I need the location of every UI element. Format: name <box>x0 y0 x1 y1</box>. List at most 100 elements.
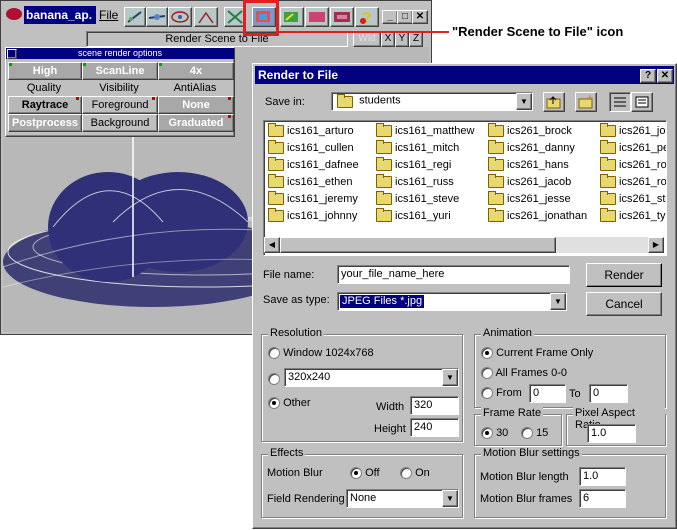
dialog-close-button[interactable]: ✕ <box>657 69 673 83</box>
folder-icon <box>600 123 616 138</box>
list-item[interactable]: ics261_sta <box>600 191 666 207</box>
option-none[interactable]: None <box>158 96 234 114</box>
list-item[interactable]: ics261_ros <box>600 174 666 190</box>
help-button[interactable]: ? <box>640 69 656 83</box>
view-button-x[interactable]: X <box>381 31 395 47</box>
radio-current-frame[interactable]: Current Frame Only <box>481 347 593 360</box>
list-item[interactable]: ics161_steve <box>376 191 459 207</box>
app-logo-icon <box>6 8 22 20</box>
list-item[interactable]: ics261_jos <box>600 123 666 139</box>
horizontal-scrollbar[interactable]: ◀ ▶ <box>264 237 664 253</box>
option-raytrace[interactable]: Raytrace <box>8 96 82 114</box>
list-item[interactable]: ics261_jonathan <box>488 208 587 224</box>
cancel-button[interactable]: Cancel <box>586 292 662 316</box>
orbit-tool-icon[interactable] <box>168 7 192 27</box>
list-item[interactable]: ics261_brock <box>488 123 572 139</box>
render-window-icon[interactable] <box>330 7 354 27</box>
chevron-down-icon[interactable]: ▼ <box>550 293 566 310</box>
from-input[interactable]: 0 <box>529 384 566 403</box>
axis-tool-icon[interactable] <box>194 7 218 27</box>
list-item[interactable]: ics161_russ <box>376 174 454 190</box>
render-preview-icon[interactable] <box>280 7 304 27</box>
menu-file[interactable]: File <box>99 8 118 22</box>
chevron-down-icon[interactable]: ▼ <box>442 369 458 386</box>
list-item[interactable]: ics161_dafnee <box>268 157 359 173</box>
resolution-preset-select[interactable]: 320x240 ▼ <box>284 368 459 387</box>
move-tool-icon[interactable] <box>146 7 168 27</box>
view-button-y[interactable]: Y <box>395 31 409 47</box>
list-item[interactable]: ics261_rob <box>600 157 666 173</box>
to-input[interactable]: 0 <box>589 384 628 403</box>
folder-icon <box>337 94 353 108</box>
list-item[interactable]: ics161_arturo <box>268 123 354 139</box>
folder-icon <box>488 140 504 155</box>
effects-group: Effects Motion Blur Off On Field Renderi… <box>261 447 463 518</box>
details-view-button[interactable] <box>631 92 653 112</box>
radio-15[interactable]: 15 <box>521 427 548 440</box>
radio-preset[interactable] <box>268 373 280 386</box>
save-in-select[interactable]: students ▼ <box>331 92 533 111</box>
scroll-left-button[interactable]: ◀ <box>264 237 280 253</box>
list-item[interactable]: ics161_johnny <box>268 208 357 224</box>
motion-blur-length-label: Motion Blur length <box>480 471 569 483</box>
radio-30[interactable]: 30 <box>481 427 508 440</box>
list-view-button[interactable] <box>609 92 631 112</box>
option-4x[interactable]: 4x <box>158 62 234 80</box>
option-foreground[interactable]: Foreground <box>82 96 158 114</box>
render-options-close-button[interactable]: – <box>7 49 17 59</box>
chevron-down-icon[interactable]: ▼ <box>442 490 458 507</box>
option-high[interactable]: High <box>8 62 82 80</box>
scroll-thumb[interactable] <box>280 237 556 253</box>
radio-window[interactable]: Window 1024x768 <box>268 347 374 360</box>
render-button[interactable]: Render <box>586 263 662 287</box>
field-rendering-select[interactable]: None ▼ <box>346 489 459 508</box>
list-item[interactable]: ics161_jeremy <box>268 191 358 207</box>
folder-icon <box>488 174 504 189</box>
list-item[interactable]: ics261_hans <box>488 157 569 173</box>
save-type-select[interactable]: JPEG Files *.jpg ▼ <box>337 292 567 311</box>
close-button[interactable]: ✕ <box>412 10 428 24</box>
maximize-button[interactable]: □ <box>397 10 413 24</box>
radio-other[interactable]: Other <box>268 397 311 410</box>
help-icon[interactable]: ? <box>355 7 379 27</box>
list-item[interactable]: ics161_regi <box>376 157 451 173</box>
list-item[interactable]: ics161_yuri <box>376 208 451 224</box>
radio-all-frames[interactable]: All Frames 0-0 <box>481 367 567 380</box>
up-folder-button[interactable] <box>543 92 565 112</box>
option-graduated[interactable]: Graduated <box>158 114 234 132</box>
list-item[interactable]: ics161_cullen <box>268 140 354 156</box>
list-item[interactable]: ics161_ethen <box>268 174 352 190</box>
view-button-z[interactable]: Z <box>409 31 423 47</box>
list-item[interactable]: ics261_jesse <box>488 191 571 207</box>
minimize-button[interactable]: _ <box>382 10 398 24</box>
folder-icon <box>268 140 284 155</box>
list-item[interactable]: ics261_danny <box>488 140 575 156</box>
option-scanline[interactable]: ScanLine <box>82 62 158 80</box>
list-item[interactable]: ics261_tyr <box>600 208 666 224</box>
folder-icon <box>376 140 392 155</box>
chevron-down-icon[interactable]: ▼ <box>516 93 532 110</box>
folder-icon <box>268 208 284 223</box>
new-folder-button[interactable] <box>575 92 597 112</box>
list-item[interactable]: ics161_mitch <box>376 140 459 156</box>
render-options-panel: scene render options – High ScanLine 4x … <box>5 47 235 137</box>
scroll-right-button[interactable]: ▶ <box>648 237 664 253</box>
radio-motion-blur-off[interactable]: Off <box>350 467 380 480</box>
display-tool-icon[interactable] <box>305 7 329 27</box>
width-input[interactable]: 320 <box>410 396 459 415</box>
height-input[interactable]: 240 <box>410 418 459 437</box>
option-background[interactable]: Background <box>82 114 158 132</box>
motion-blur-length-input[interactable]: 1.0 <box>579 467 626 486</box>
list-item[interactable]: ics261_jacob <box>488 174 571 190</box>
radio-motion-blur-on[interactable]: On <box>400 467 430 480</box>
view-button-wld[interactable]: Wld <box>353 31 381 47</box>
list-item[interactable]: ics161_matthew <box>376 123 475 139</box>
motion-blur-frames-input[interactable]: 6 <box>579 489 626 508</box>
radio-from[interactable]: From <box>481 387 522 400</box>
pixel-aspect-input[interactable]: 1.0 <box>587 424 636 443</box>
option-postprocess[interactable]: Postprocess <box>8 114 82 132</box>
rotate-tool-icon[interactable] <box>124 7 146 27</box>
list-item[interactable]: ics261_pe <box>600 140 666 156</box>
file-name-input[interactable]: your_file_name_here <box>337 265 570 284</box>
file-list[interactable]: ics161_arturo ics161_cullen ics161_dafne… <box>263 120 667 256</box>
